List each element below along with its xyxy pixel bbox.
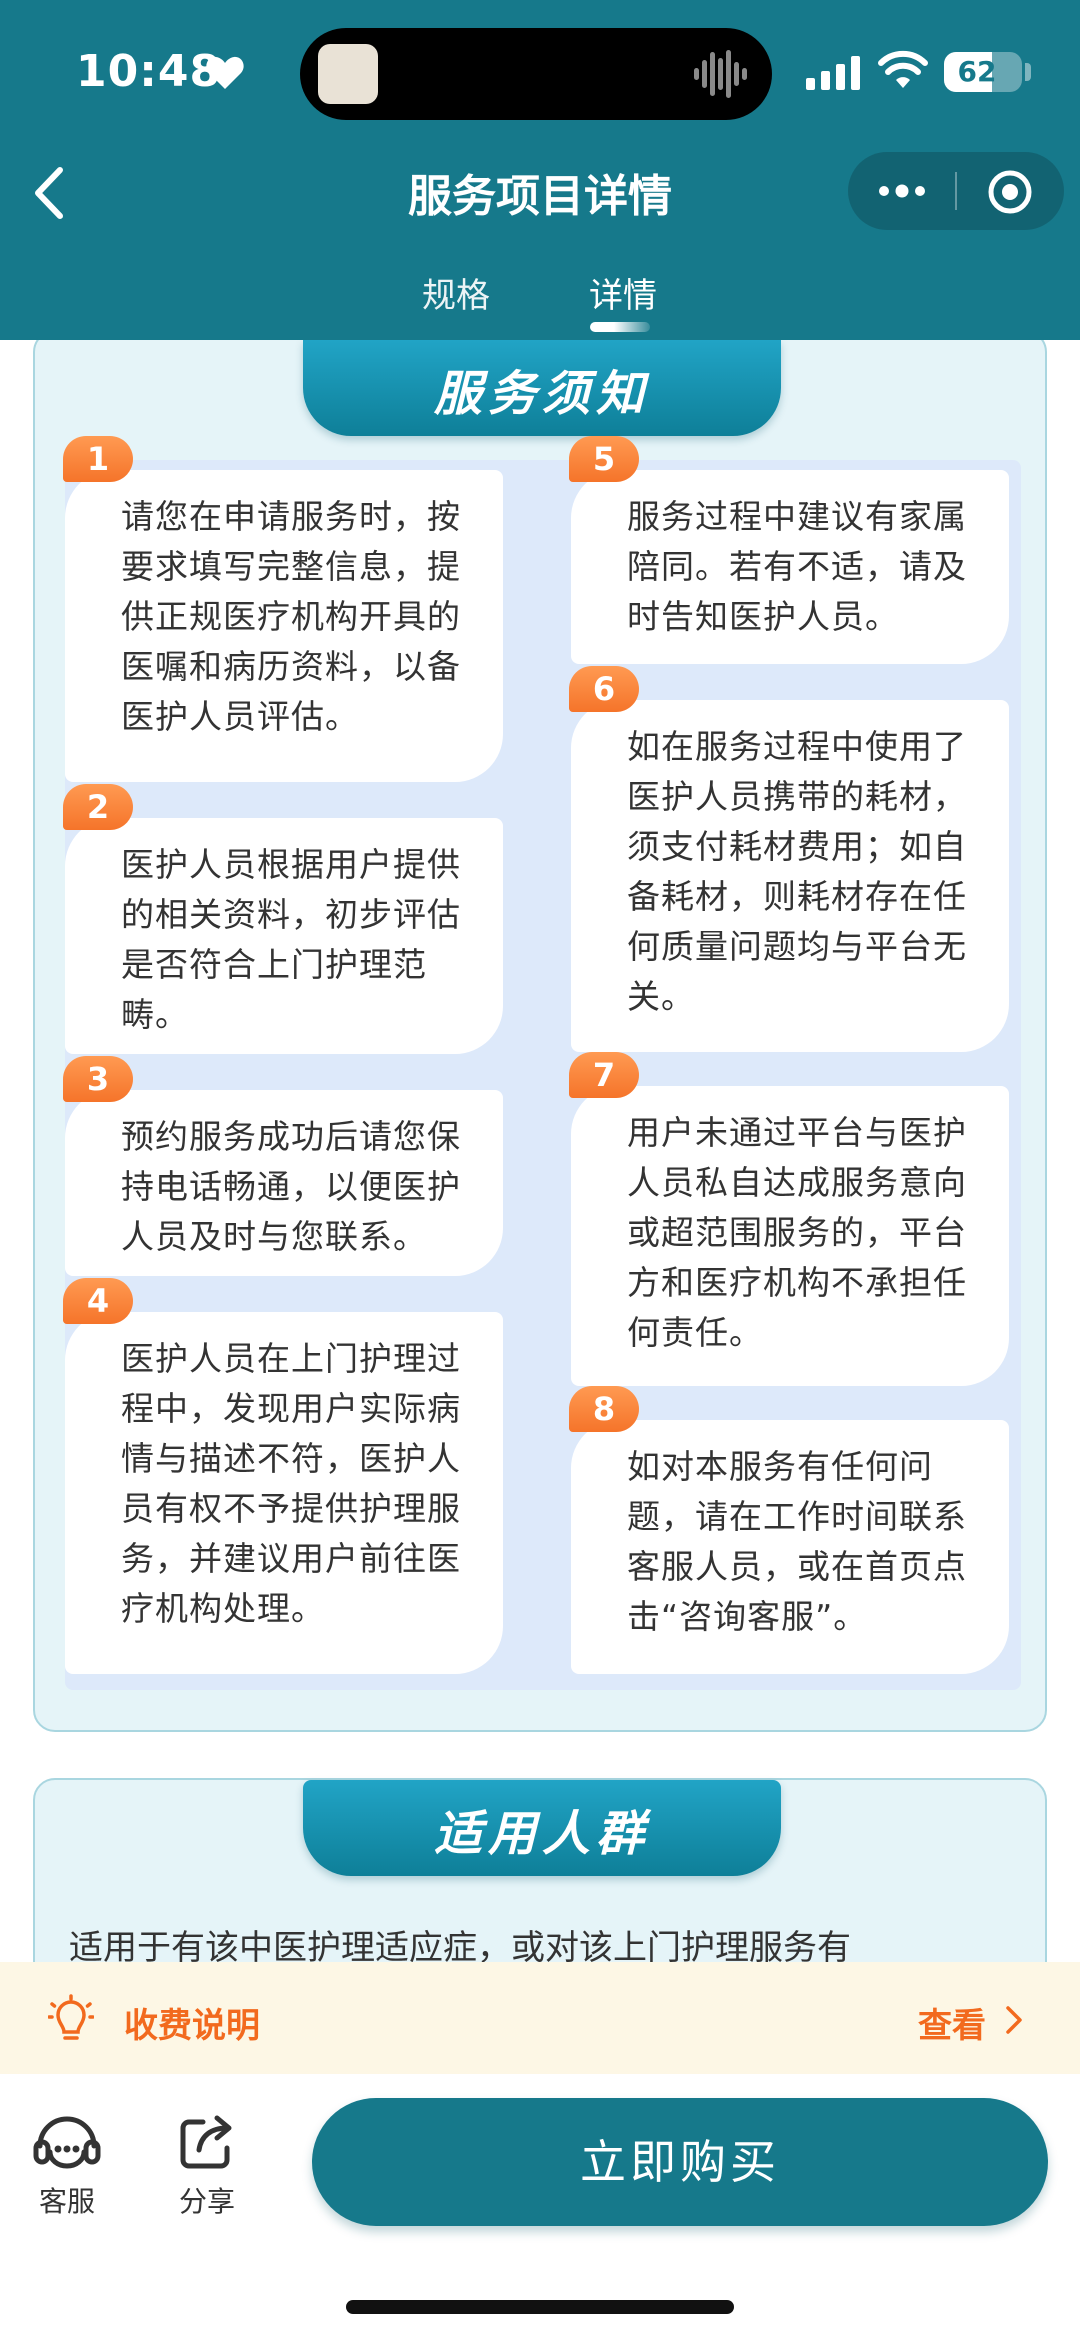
heart-icon <box>206 56 244 89</box>
notice-item-1: 1 请您在申请服务时，按要求填写完整信息，提供正规医疗机构开具的医嘱和病历资料，… <box>63 436 503 782</box>
audio-wave-icon <box>694 50 747 98</box>
miniprogram-capsule <box>848 152 1064 230</box>
tab-detail[interactable]: 详情 <box>589 268 657 317</box>
applicable-crowd-card: 适用人群 适用于有该中医护理适应症，或对该上门护理服务有 <box>33 1778 1047 1962</box>
active-tab-indicator <box>590 322 650 332</box>
item-number-badge: 7 <box>569 1052 639 1098</box>
customer-service-label: 客服 <box>38 2185 95 2218</box>
item-number-badge: 5 <box>569 436 639 482</box>
notice-item-3: 3 预约服务成功后请您保持电话畅通，以便医护人员及时与您联系。 <box>63 1056 503 1276</box>
item-text: 如在服务过程中使用了医护人员携带的耗材，须支付耗材费用；如自备耗材，则耗材存在任… <box>627 727 967 1016</box>
fee-label: 收费说明 <box>124 2006 260 2046</box>
crowd-description: 适用于有该中医护理适应症，或对该上门护理服务有 <box>69 1928 851 1962</box>
item-text: 请您在申请服务时，按要求填写完整信息，提供正规医疗机构开具的医嘱和病历资料，以备… <box>121 497 461 736</box>
tab-spec[interactable]: 规格 <box>422 268 490 317</box>
item-number-badge: 8 <box>569 1386 639 1432</box>
view-fee-text: 查看 <box>918 2006 986 2046</box>
item-number-badge: 1 <box>63 436 133 482</box>
more-dots-icon <box>879 184 925 198</box>
battery-cap <box>1025 63 1031 81</box>
share-label: 分享 <box>178 2185 235 2218</box>
target-circle-icon <box>988 170 1032 214</box>
view-fee-link[interactable]: 查看 <box>918 1996 1038 2046</box>
chevron-right-icon <box>1006 2006 1022 2034</box>
notice-item-7: 7 用户未通过平台与医护人员私自达成服务意向或超范围服务的，平台方和医疗机构不承… <box>569 1052 1009 1386</box>
item-number-badge: 2 <box>63 784 133 830</box>
item-text: 医护人员根据用户提供的相关资料，初步评估是否符合上门护理范畴。 <box>121 845 461 1034</box>
more-button[interactable] <box>848 152 955 230</box>
status-time: 10:48 <box>76 46 222 97</box>
wifi-icon <box>878 50 928 88</box>
item-text: 如对本服务有任何问题，请在工作时间联系客服人员，或在首页点击“咨询客服”。 <box>627 1447 967 1636</box>
fee-info-bar[interactable]: 收费说明 查看 <box>0 1962 1080 2074</box>
notice-item-5: 5 服务过程中建议有家属陪同。若有不适，请及时告知医护人员。 <box>569 436 1009 664</box>
top-header: 10:48 62 服务项目详情 规格 详情 <box>0 0 1080 340</box>
customer-service-button[interactable]: 客服 <box>12 2112 122 2220</box>
close-miniprogram-button[interactable] <box>957 152 1064 230</box>
notice-item-4: 4 医护人员在上门护理过程中，发现用户实际病情与描述不符，医护人员有权不予提供护… <box>63 1278 503 1674</box>
lightbulb-icon <box>48 1994 94 2040</box>
battery-indicator: 62 <box>944 52 1022 92</box>
item-text: 服务过程中建议有家属陪同。若有不适，请及时告知医护人员。 <box>627 497 967 636</box>
crowd-heading-banner: 适用人群 <box>303 1780 781 1876</box>
item-text: 医护人员在上门护理过程中，发现用户实际病情与描述不符，医护人员有权不予提供护理服… <box>121 1339 461 1628</box>
battery-text: 62 <box>957 55 997 88</box>
notice-item-8: 8 如对本服务有任何问题，请在工作时间联系客服人员，或在首页点击“咨询客服”。 <box>569 1386 1009 1674</box>
notice-item-6: 6 如在服务过程中使用了医护人员携带的耗材，须支付耗材费用；如自备耗材，则耗材存… <box>569 666 1009 1052</box>
crowd-heading: 适用人群 <box>433 1806 650 1862</box>
content-scroll[interactable]: 服务须知 1 请您在申请服务时，按要求填写完整信息，提供正规医疗机构开具的医嘱和… <box>0 340 1080 1962</box>
item-text: 预约服务成功后请您保持电话畅通，以便医护人员及时与您联系。 <box>121 1117 461 1256</box>
headset-icon <box>33 2116 101 2169</box>
item-number-badge: 3 <box>63 1056 133 1102</box>
share-icon <box>180 2115 232 2169</box>
item-number-badge: 4 <box>63 1278 133 1324</box>
item-text: 用户未通过平台与医护人员私自达成服务意向或超范围服务的，平台方和医疗机构不承担任… <box>627 1113 967 1352</box>
service-notice-card: 服务须知 1 请您在申请服务时，按要求填写完整信息，提供正规医疗机构开具的医嘱和… <box>33 340 1047 1732</box>
notice-heading: 服务须知 <box>433 366 650 422</box>
notice-heading-banner: 服务须知 <box>303 340 781 436</box>
buy-now-button[interactable]: 立即购买 <box>312 2098 1048 2226</box>
item-number-badge: 6 <box>569 666 639 712</box>
notice-items-area: 1 请您在申请服务时，按要求填写完整信息，提供正规医疗机构开具的医嘱和病历资料，… <box>63 436 1021 1690</box>
home-indicator <box>346 2300 734 2314</box>
cellular-signal-icon <box>806 56 860 90</box>
dynamic-island <box>300 28 772 120</box>
app-thumbnail <box>318 44 378 104</box>
share-button[interactable]: 分享 <box>152 2112 262 2220</box>
notice-item-2: 2 医护人员根据用户提供的相关资料，初步评估是否符合上门护理范畴。 <box>63 784 503 1054</box>
